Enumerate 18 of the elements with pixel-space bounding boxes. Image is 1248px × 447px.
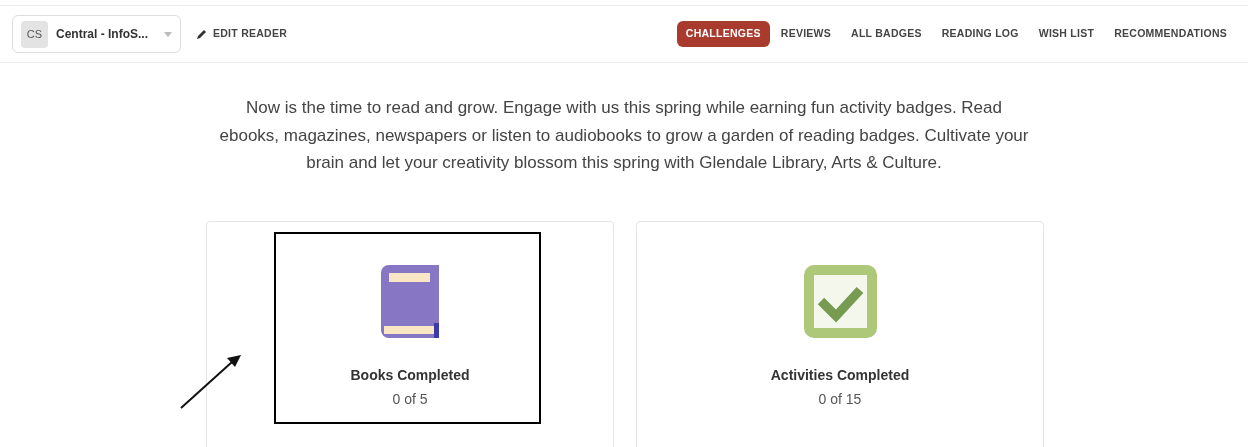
intro-paragraph: Now is the time to read and grow. Engage with us this spring while earning fun activity badges. Read ebooks, magazines, newspapers or listen to audiobooks to grow a garden of reading badges. Cultivate your brain and let your creativity blossom this spring with Glendale Library, Arts & Culture. (218, 97, 1030, 174)
checkbox-icon (803, 264, 877, 338)
reader-name: Central - InfoS... (56, 26, 148, 43)
dropdown-caret-icon (164, 31, 172, 37)
card-title: Books Completed (350, 365, 470, 385)
reader-select[interactable]: CS Central - InfoS... (12, 15, 181, 53)
pointer-arrow (180, 353, 242, 410)
reader-avatar: CS (21, 20, 48, 48)
nav-tab[interactable]: ALL BADGES (842, 21, 931, 47)
nav-tab[interactable]: REVIEWS (771, 21, 841, 47)
pencil-icon (197, 29, 207, 39)
nav-tab[interactable]: WISH LIST (1029, 21, 1104, 47)
nav-tab[interactable]: READING LOG (932, 21, 1028, 47)
nav-tab[interactable]: CHALLENGES (676, 21, 770, 47)
book-icon (381, 264, 439, 338)
edit-reader-button[interactable]: EDIT READER (197, 26, 288, 42)
nav-tab[interactable]: RECOMMENDATIONS (1105, 21, 1236, 47)
card-title: Activities Completed (770, 365, 910, 385)
